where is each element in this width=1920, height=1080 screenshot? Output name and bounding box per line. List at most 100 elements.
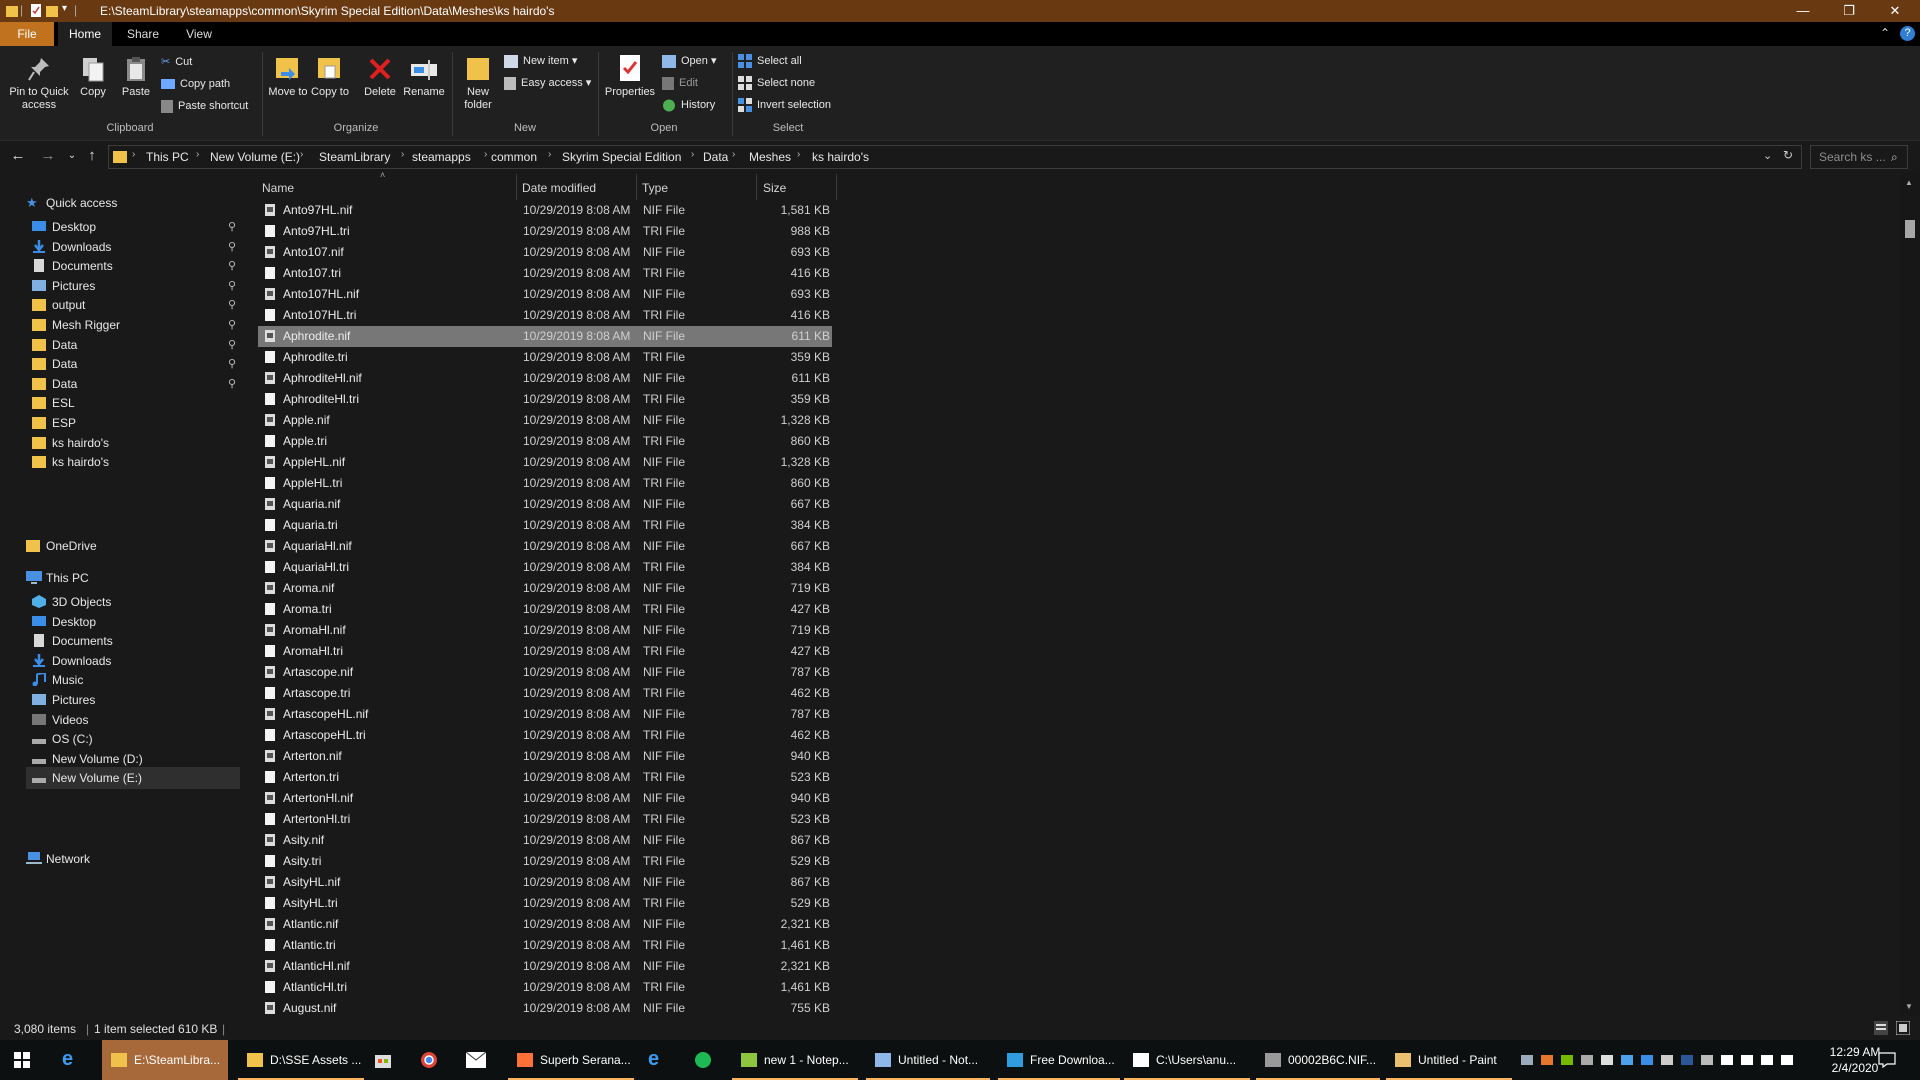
properties-icon[interactable] [30,4,42,17]
firewall-tray-icon[interactable] [1540,1053,1554,1067]
table-row[interactable]: Anto107HL.nif 10/29/2019 8:08 AM NIF File 6… [258,284,832,305]
table-row[interactable]: Arterton.tri 10/29/2019 8:08 AM TRI File 52… [258,767,832,788]
move-to-button[interactable]: Move to [268,54,308,99]
table-row[interactable]: AromaHl.tri 10/29/2019 8:08 AM TRI File 427… [258,641,832,662]
steam-tray-icon[interactable] [1520,1053,1534,1067]
column-divider[interactable] [516,174,517,200]
refresh-icon[interactable]: ↻ [1783,148,1793,162]
tab-view[interactable]: View [172,22,226,46]
column-header-date-modified[interactable]: Date modified [522,178,596,198]
breadcrumb-data[interactable]: Data [703,150,728,164]
breadcrumb-new-volume-e[interactable]: New Volume (E:) [210,150,300,164]
select-all-button[interactable]: Select all [738,52,802,70]
copy-to-button[interactable]: Copy to [310,54,350,99]
spotify-icon[interactable] [694,1051,712,1069]
title-bar[interactable]: | ▾ | E:\SteamLibrary\steamapps\common\S… [0,0,1920,22]
onedrive-tray-icon[interactable] [1620,1053,1634,1067]
tab-home[interactable]: Home [58,22,112,46]
taskbar-app-button[interactable]: Untitled - Not... [866,1040,990,1080]
windows-start-icon[interactable] [14,1052,30,1068]
recent-locations-icon[interactable]: ⌄ [62,150,82,161]
breadcrumb-skyrim-special-edition[interactable]: Skyrim Special Edition [562,150,681,164]
restore-button[interactable]: ❐ [1826,0,1872,22]
taskbar-app-button[interactable]: Free Downloa... [998,1040,1120,1080]
table-row[interactable]: Apple.nif 10/29/2019 8:08 AM NIF File 1,328… [258,410,832,431]
table-row[interactable]: Anto97HL.tri 10/29/2019 8:08 AM TRI File 98… [258,221,832,242]
internet-explorer-icon[interactable]: e [648,1048,659,1071]
column-header-name[interactable]: Name [262,178,294,198]
taskbar-app-button[interactable]: new 1 - Notep... [732,1040,858,1080]
battery-tray-icon[interactable] [1720,1053,1734,1067]
properties-button[interactable]: Properties [602,54,658,99]
table-row[interactable]: Aphrodite.tri 10/29/2019 8:08 AM TRI File 3… [258,347,832,368]
table-row[interactable]: AppleHL.nif 10/29/2019 8:08 AM NIF File 1,3… [258,452,832,473]
history-button[interactable]: History [662,96,715,114]
tab-share[interactable]: Share [116,22,170,46]
easy-access-button[interactable]: Easy access ▾ [504,74,591,92]
column-header-size[interactable]: Size [763,178,786,198]
display-tray-icon[interactable] [1640,1053,1654,1067]
back-icon[interactable]: ← [8,147,28,164]
table-row[interactable]: Anto107.nif 10/29/2019 8:08 AM NIF File 693… [258,242,832,263]
nav-pc-item[interactable]: New Volume (E:) [26,767,240,790]
table-row[interactable]: August.nif 10/29/2019 8:08 AM NIF File 755 … [258,998,832,1016]
breadcrumb-steamapps[interactable]: steamapps [412,150,471,164]
tab-file[interactable]: File [0,22,54,46]
delete-button[interactable]: Delete [360,56,400,99]
details-view-icon[interactable] [1874,1021,1888,1035]
table-row[interactable]: AtlanticHl.tri 10/29/2019 8:08 AM TRI File… [258,977,832,998]
game-tray-icon[interactable] [1580,1053,1594,1067]
table-row[interactable]: Apple.tri 10/29/2019 8:08 AM TRI File 860 K… [258,431,832,452]
copy-path-button[interactable]: Copy path [161,75,230,93]
breadcrumb-this-pc[interactable]: This PC [146,150,189,164]
taskbar-app-button[interactable]: D:\SSE Assets ... [238,1040,364,1080]
volume-tray-icon[interactable] [1780,1053,1794,1067]
new-folder-button[interactable]: New folder [456,54,500,112]
minimize-button[interactable]: — [1780,0,1826,22]
table-row[interactable]: Asity.tri 10/29/2019 8:08 AM TRI File 529 K… [258,851,832,872]
vertical-scrollbar[interactable]: ▲ ▼ [1900,172,1920,1016]
address-dropdown-icon[interactable]: ⌄ [1763,149,1772,162]
table-row[interactable]: ArtertonHl.tri 10/29/2019 8:08 AM TRI File… [258,809,832,830]
taskbar-app-button[interactable]: Untitled - Paint [1386,1040,1512,1080]
table-row[interactable]: Asity.nif 10/29/2019 8:08 AM NIF File 867 K… [258,830,832,851]
cut-button[interactable]: ✂ Cut [161,53,192,71]
breadcrumb-meshes[interactable]: Meshes [749,150,791,164]
table-row[interactable]: Aroma.tri 10/29/2019 8:08 AM TRI File 427 K… [258,599,832,620]
table-row[interactable]: AromaHl.nif 10/29/2019 8:08 AM NIF File 719… [258,620,832,641]
table-row[interactable]: Aquaria.nif 10/29/2019 8:08 AM NIF File 667… [258,494,832,515]
table-row[interactable]: AtlanticHl.nif 10/29/2019 8:08 AM NIF File… [258,956,832,977]
paste-button[interactable]: Paste [116,56,156,99]
table-row[interactable]: ArtascopeHL.nif 10/29/2019 8:08 AM NIF Fil… [258,704,832,725]
address-bar[interactable]: › This PC › New Volume (E:) › SteamLibra… [108,145,1802,169]
usb-tray-icon[interactable] [1600,1053,1614,1067]
wifi-tray-icon[interactable] [1740,1053,1754,1067]
scroll-down-icon[interactable]: ▼ [1905,1002,1913,1011]
word-tray-icon[interactable] [1680,1053,1694,1067]
open-button[interactable]: Open ▾ [662,52,717,70]
table-row[interactable]: Anto107HL.tri 10/29/2019 8:08 AM TRI File 4… [258,305,832,326]
breadcrumb-steamlibrary[interactable]: SteamLibrary [319,150,390,164]
column-header-type[interactable]: Type [642,178,668,198]
table-row[interactable]: AsityHL.nif 10/29/2019 8:08 AM NIF File 867… [258,872,832,893]
store-icon[interactable] [374,1051,392,1069]
table-row[interactable]: Aphrodite.nif 10/29/2019 8:08 AM NIF File 6… [258,326,832,347]
table-row[interactable]: Artascope.nif 10/29/2019 8:08 AM NIF File 7… [258,662,832,683]
table-row[interactable]: AphroditeHl.tri 10/29/2019 8:08 AM TRI Fil… [258,389,832,410]
new-item-button[interactable]: New item ▾ [504,52,577,70]
taskbar-app-button[interactable]: E:\SteamLibra... [102,1040,228,1080]
table-row[interactable]: Atlantic.nif 10/29/2019 8:08 AM NIF File 2,… [258,914,832,935]
breadcrumb-ks-hairdos[interactable]: ks hairdo's [812,150,869,164]
close-button[interactable]: ✕ [1872,0,1918,22]
scrollbar-thumb[interactable] [1905,220,1915,238]
taskbar-app-button[interactable]: C:\Users\anu... [1124,1040,1250,1080]
table-row[interactable]: Aroma.nif 10/29/2019 8:08 AM NIF File 719 K… [258,578,832,599]
table-row[interactable]: Artascope.tri 10/29/2019 8:08 AM TRI File 4… [258,683,832,704]
table-row[interactable]: AsityHL.tri 10/29/2019 8:08 AM TRI File 529… [258,893,832,914]
table-row[interactable]: Arterton.nif 10/29/2019 8:08 AM NIF File 94… [258,746,832,767]
help-icon[interactable]: ? [1900,26,1915,41]
table-row[interactable]: AphroditeHl.nif 10/29/2019 8:08 AM NIF Fil… [258,368,832,389]
taskbar-app-button[interactable]: Superb Serana... [508,1040,634,1080]
large-icons-view-icon[interactable] [1896,1021,1910,1035]
table-row[interactable]: ArtertonHl.nif 10/29/2019 8:08 AM NIF File… [258,788,832,809]
